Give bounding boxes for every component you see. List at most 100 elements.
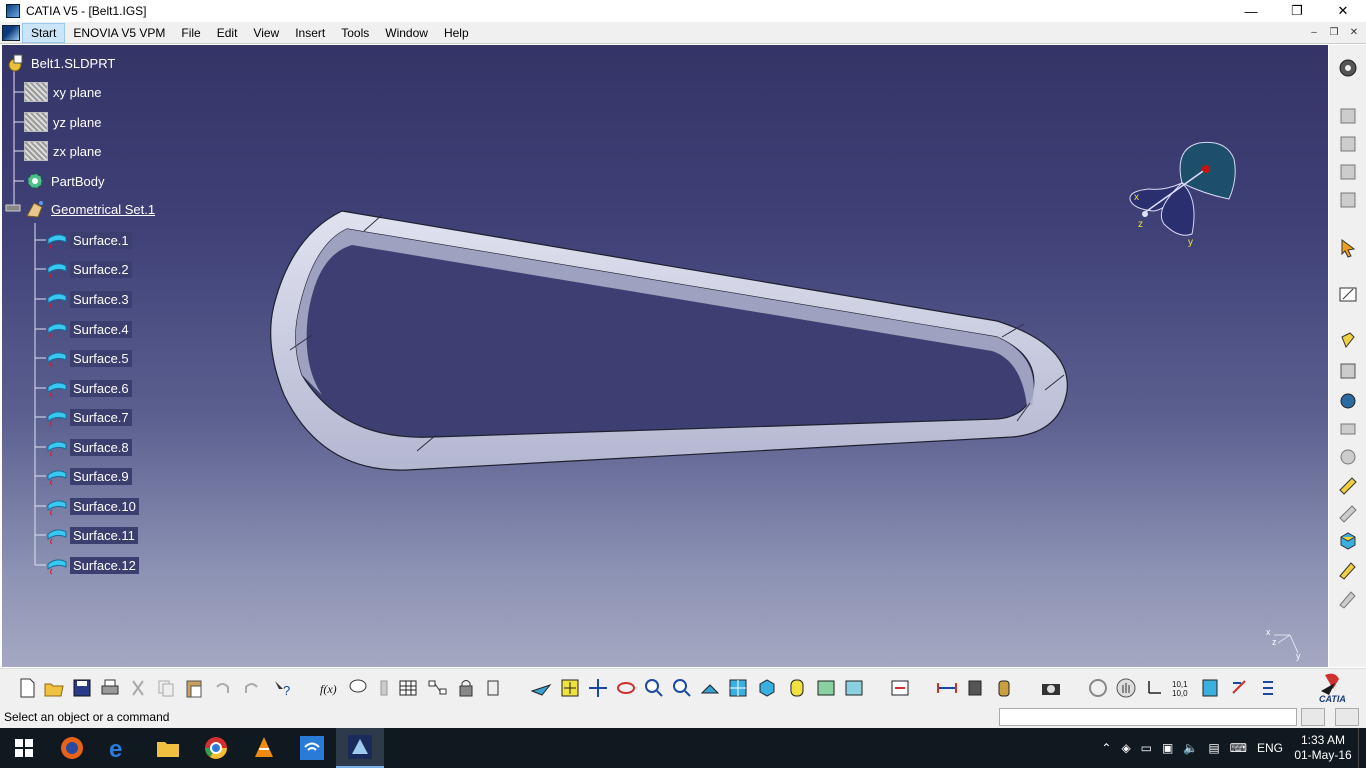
pencil-edit-icon[interactable] (1337, 559, 1359, 581)
fly-mode-icon[interactable] (530, 677, 552, 699)
cut-icon[interactable] (127, 677, 149, 699)
taskbar-wifi-app[interactable] (288, 728, 336, 768)
taskbar-firefox[interactable] (48, 728, 96, 768)
menu-edit[interactable]: Edit (209, 23, 246, 43)
pad-icon[interactable] (1337, 329, 1359, 351)
grid-snap-icon[interactable]: 10,110,0 (1171, 677, 1193, 699)
snap-to-point-icon[interactable] (1257, 677, 1279, 699)
whats-this-help-icon[interactable]: ? (271, 677, 293, 699)
status-power-input-button[interactable] (1335, 708, 1359, 726)
3d-viewport[interactable]: Belt1.SLDPRT xy plane yz plane zx plane … (2, 45, 1328, 667)
menu-start[interactable]: Start (22, 22, 66, 43)
sketch-icon[interactable] (1337, 105, 1359, 127)
formula-icon[interactable]: f(x) (319, 677, 341, 699)
keyboard-icon[interactable]: ⌨ (1230, 741, 1247, 755)
maximize-button[interactable]: ❐ (1274, 0, 1320, 22)
shaft-icon[interactable] (1337, 390, 1359, 412)
parameters-icon[interactable] (484, 677, 506, 699)
show-hidden-icons-chevron-icon[interactable]: ⌃ (1101, 741, 1111, 755)
taskbar-chrome[interactable] (192, 728, 240, 768)
select-arrow-icon[interactable] (1337, 237, 1359, 259)
fillet-icon[interactable] (1337, 418, 1359, 440)
battery-icon[interactable]: ▭ (1141, 741, 1152, 755)
constraint-icon[interactable] (1229, 677, 1251, 699)
sketch-positioned-icon[interactable] (1337, 133, 1359, 155)
clock[interactable]: 1:33 AM 01-May-16 (1288, 733, 1358, 763)
menu-help[interactable]: Help (436, 23, 477, 43)
doc-close-button[interactable]: ✕ (1346, 24, 1362, 40)
doc-minimize-button[interactable]: – (1306, 24, 1322, 40)
clock-date: 01-May-16 (1294, 748, 1352, 762)
measure-inertia-icon[interactable] (993, 677, 1015, 699)
redo-icon[interactable] (241, 677, 263, 699)
settings-gear-icon[interactable] (1337, 57, 1359, 79)
action-center-icon[interactable]: ▤ (1208, 741, 1219, 755)
shading-icon[interactable] (786, 677, 808, 699)
table-icon[interactable] (397, 677, 419, 699)
lock-icon[interactable] (455, 677, 477, 699)
language-indicator[interactable]: ENG (1257, 741, 1283, 755)
normal-view-icon[interactable] (699, 677, 721, 699)
hand-pan-icon[interactable] (1115, 677, 1137, 699)
capture-camera-icon[interactable] (1040, 677, 1062, 699)
work-on-support-icon[interactable] (1199, 677, 1221, 699)
design-table-icon[interactable] (373, 677, 395, 699)
rotate-icon[interactable] (615, 677, 637, 699)
status-cancel-button[interactable] (1301, 708, 1325, 726)
multi-view-icon[interactable] (727, 677, 749, 699)
update-icon[interactable] (889, 677, 911, 699)
save-icon[interactable] (71, 677, 93, 699)
hide-show-icon[interactable] (815, 677, 837, 699)
windows-start-button[interactable] (0, 728, 48, 768)
taskbar-edge[interactable]: e (96, 728, 144, 768)
menu-window[interactable]: Window (377, 23, 436, 43)
sketch-profile-icon[interactable] (1337, 189, 1359, 211)
pocket-icon[interactable] (1337, 360, 1359, 382)
measure-between-icon[interactable] (936, 677, 958, 699)
draft-icon[interactable] (1337, 502, 1359, 524)
measure-item-icon[interactable] (965, 677, 987, 699)
paste-icon[interactable] (183, 677, 205, 699)
undo-icon[interactable] (211, 677, 233, 699)
menu-enovia[interactable]: ENOVIA V5 VPM (65, 23, 173, 43)
taskbar-catia[interactable] (336, 728, 384, 768)
network-ethernet-icon[interactable]: ▣ (1162, 741, 1173, 755)
isometric-view-icon[interactable] (756, 677, 778, 699)
sketcher-icon[interactable] (1337, 283, 1359, 305)
print-icon[interactable] (99, 677, 121, 699)
axis-system-icon[interactable] (1143, 677, 1165, 699)
menu-tools[interactable]: Tools (333, 23, 377, 43)
pan-icon[interactable] (587, 677, 609, 699)
solid-cube-icon[interactable] (1337, 530, 1359, 552)
taskbar-file-explorer[interactable] (144, 728, 192, 768)
compass-widget[interactable]: x z y (1124, 139, 1244, 249)
copy-icon[interactable] (155, 677, 177, 699)
zoom-in-icon[interactable] (643, 677, 665, 699)
thickness-icon[interactable] (1337, 474, 1359, 496)
command-input[interactable] (999, 708, 1297, 726)
knowledge-advisor-icon[interactable] (347, 677, 369, 699)
catia-menu-logo-icon[interactable] (2, 24, 20, 41)
menu-insert[interactable]: Insert (287, 23, 333, 43)
menu-view[interactable]: View (245, 23, 287, 43)
minimize-button[interactable]: — (1228, 0, 1274, 22)
status-bar: Select an object or a command (0, 706, 1366, 728)
windows-logo-icon (15, 739, 33, 757)
sketch-output-icon[interactable] (1337, 161, 1359, 183)
rotate-view-icon[interactable] (1087, 677, 1109, 699)
close-button[interactable]: ✕ (1320, 0, 1366, 22)
fit-all-in-icon[interactable] (559, 677, 581, 699)
doc-restore-button[interactable]: ❐ (1326, 24, 1342, 40)
zoom-out-icon[interactable] (671, 677, 693, 699)
new-file-icon[interactable] (16, 677, 38, 699)
show-desktop-button[interactable] (1358, 728, 1366, 768)
menu-file[interactable]: File (173, 23, 208, 43)
volume-icon[interactable]: 🔈 (1183, 741, 1198, 755)
catalog-browser-icon[interactable] (427, 677, 449, 699)
swap-visible-space-icon[interactable] (843, 677, 865, 699)
annotation-icon[interactable] (1337, 588, 1359, 610)
hole-icon[interactable] (1337, 446, 1359, 468)
network-wifi-icon[interactable]: ◈ (1121, 741, 1130, 755)
open-folder-icon[interactable] (43, 677, 65, 699)
taskbar-vlc[interactable] (240, 728, 288, 768)
